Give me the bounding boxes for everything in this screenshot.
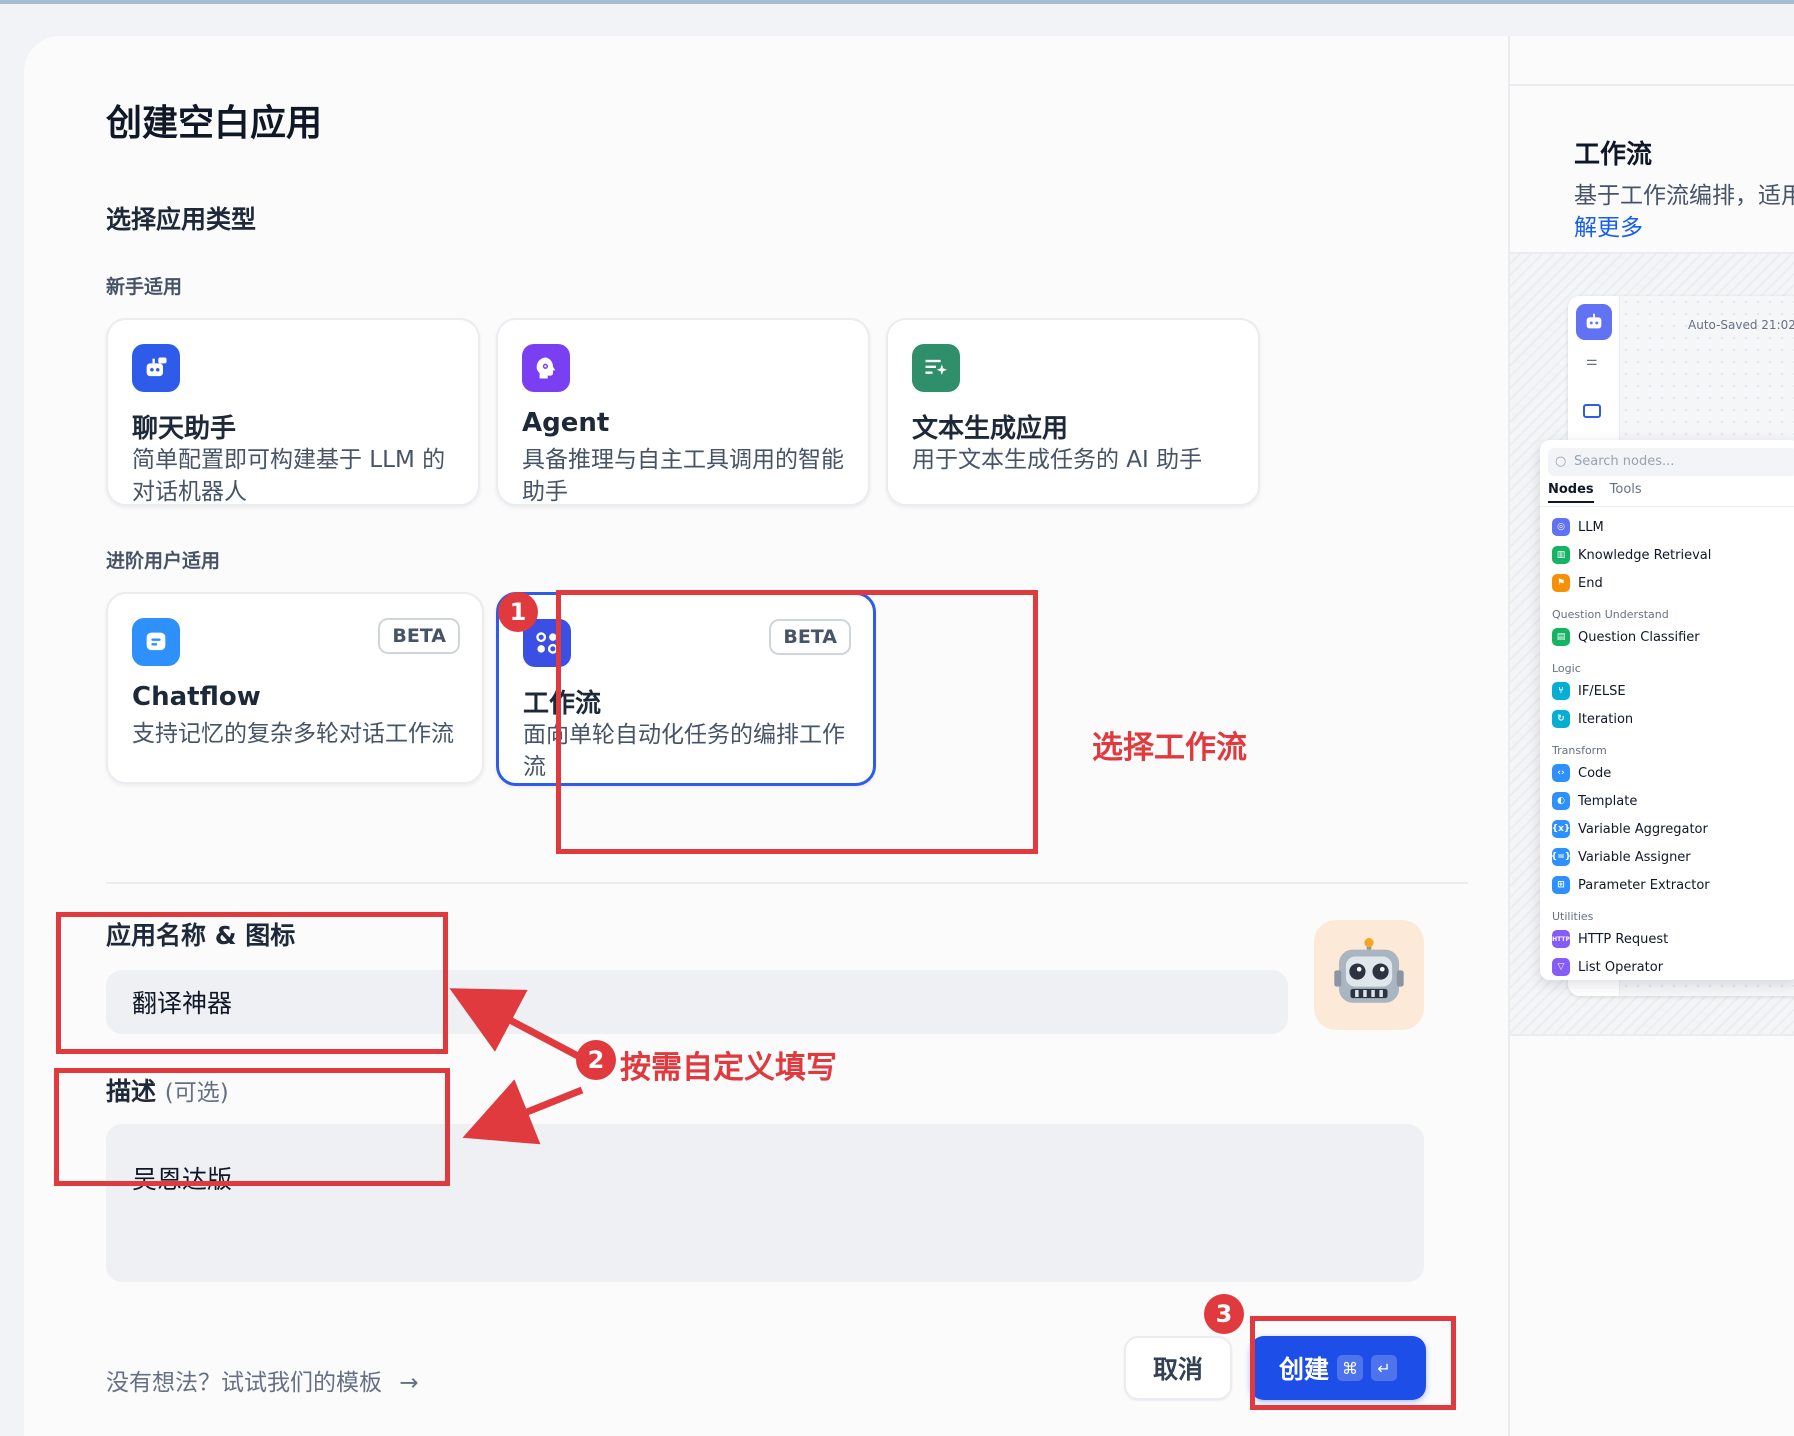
llm-icon: ◎ <box>1552 518 1570 536</box>
sliders-icon: ⚌ <box>1586 354 1598 369</box>
node-item-template[interactable]: ◐ Template <box>1552 792 1637 810</box>
node-item-code[interactable]: ‹› Code <box>1552 764 1611 782</box>
chat-bot-icon <box>132 344 180 392</box>
preview-panel: 工作流 基于工作流编排，适用 解更多 ⚌ Auto-Saved 21:02:35… <box>1508 36 1794 1436</box>
template-link-text: 没有想法？试试我们的模板 <box>106 1370 382 1396</box>
group-utilities: Utilities <box>1552 910 1594 923</box>
dialog-title: 创建空白应用 <box>106 103 323 144</box>
node-item-question-classifier[interactable]: ▤ Question Classifier <box>1552 628 1700 646</box>
tab-nodes[interactable]: Nodes <box>1548 482 1594 503</box>
code-icon: ‹› <box>1552 764 1570 782</box>
node-label: Variable Assigner <box>1578 849 1691 865</box>
autosave-status: Auto-Saved 21:02:35 · U <box>1688 318 1794 332</box>
classifier-icon: ▤ <box>1552 628 1570 646</box>
card-desc: 支持记忆的复杂多轮对话工作流 <box>132 721 454 747</box>
node-item-end[interactable]: ⚑ End <box>1552 574 1603 592</box>
text-generate-icon <box>912 344 960 392</box>
window-icon <box>1583 404 1601 418</box>
node-item-if-else[interactable]: ⑂ IF/ELSE <box>1552 682 1626 700</box>
node-label: LLM <box>1578 519 1604 535</box>
group-transform: Transform <box>1552 744 1607 757</box>
top-accent-line <box>0 0 1794 4</box>
annotation-step-1: 1 <box>498 592 538 632</box>
group-logic: Logic <box>1552 662 1581 675</box>
node-label: Code <box>1578 765 1612 781</box>
node-label: IF/ELSE <box>1578 683 1626 699</box>
preview-top-divider <box>1510 84 1794 86</box>
search-icon: ○ <box>1555 454 1567 469</box>
node-label: List Operator <box>1578 959 1664 975</box>
node-item-variable-aggregator[interactable]: {x} Variable Aggregator <box>1552 820 1708 838</box>
node-item-http-request[interactable]: HTTP HTTP Request <box>1552 930 1668 948</box>
robot-emoji-icon <box>1334 938 1404 1003</box>
cancel-button[interactable]: 取消 <box>1124 1336 1232 1400</box>
node-item-llm[interactable]: ◎ LLM <box>1552 518 1604 536</box>
tabs-divider <box>1540 506 1794 507</box>
card-desc: 具备推理与自主工具调用的智能助手 <box>522 447 844 505</box>
variable-aggregator-icon: {x} <box>1552 820 1570 838</box>
variable-assigner-icon: {=} <box>1551 848 1571 866</box>
card-desc: 简单配置即可构建基于 LLM 的对话机器人 <box>132 447 446 505</box>
search-placeholder: Search nodes... <box>1574 454 1675 469</box>
end-icon: ⚑ <box>1552 574 1570 592</box>
tab-tools[interactable]: Tools <box>1610 482 1642 503</box>
parameter-extractor-icon: ⊞ <box>1552 876 1570 894</box>
preview-title: 工作流 <box>1574 140 1653 170</box>
annotation-box-create <box>1250 1316 1456 1410</box>
annotation-text-select-workflow: 选择工作流 <box>1092 730 1247 766</box>
beginner-group-label: 新手适用 <box>106 276 183 298</box>
app-type-card-text-generator[interactable]: 文本生成应用 用于文本生成任务的 AI 助手 <box>886 318 1260 506</box>
node-label: Knowledge Retrieval <box>1578 547 1712 563</box>
annotation-text-custom-fill: 按需自定义填写 <box>620 1050 837 1086</box>
knowledge-icon: ▥ <box>1552 546 1570 564</box>
node-item-variable-assigner[interactable]: {=} Variable Assigner <box>1551 848 1691 866</box>
node-label: Variable Aggregator <box>1578 821 1708 837</box>
robot-app-icon <box>1576 304 1612 340</box>
preview-description: 基于工作流编排，适用 <box>1574 183 1794 209</box>
nodes-picker-panel: ○ Search nodes... Nodes Tools ◎ LLM ▥ Kn… <box>1540 440 1794 980</box>
card-name: Agent <box>522 408 610 438</box>
list-operator-icon: ▽ <box>1552 958 1570 976</box>
node-item-parameter-extractor[interactable]: ⊞ Parameter Extractor <box>1552 876 1710 894</box>
group-question-understand: Question Understand <box>1552 608 1669 621</box>
app-type-section-title: 选择应用类型 <box>106 205 257 234</box>
template-icon: ◐ <box>1552 792 1570 810</box>
card-name: Chatflow <box>132 682 261 712</box>
http-icon: HTTP <box>1552 930 1570 948</box>
node-label: Parameter Extractor <box>1578 877 1710 893</box>
beta-badge: BETA <box>378 618 460 654</box>
node-search-input[interactable]: ○ Search nodes... <box>1548 448 1794 476</box>
arrow-right-icon: → <box>399 1370 419 1396</box>
template-link[interactable]: 没有想法？试试我们的模板 → <box>106 1363 419 1397</box>
annotation-box-app-name <box>56 912 448 1054</box>
card-name: 文本生成应用 <box>912 414 1069 444</box>
node-label: Iteration <box>1578 711 1634 727</box>
learn-more-link[interactable]: 解更多 <box>1574 208 1643 242</box>
annotation-box-description <box>54 1068 450 1186</box>
node-item-knowledge-retrieval[interactable]: ▥ Knowledge Retrieval <box>1552 546 1711 564</box>
card-desc: 用于文本生成任务的 AI 助手 <box>912 447 1203 473</box>
annotation-step-2: 2 <box>576 1040 616 1080</box>
branch-icon: ⑂ <box>1552 682 1570 700</box>
node-label: Question Classifier <box>1578 629 1700 645</box>
section-divider <box>106 882 1468 884</box>
app-type-card-chatflow[interactable]: BETA Chatflow 支持记忆的复杂多轮对话工作流 <box>106 592 484 784</box>
app-type-card-agent[interactable]: Agent 具备推理与自主工具调用的智能助手 <box>496 318 870 506</box>
agent-brain-icon <box>522 344 570 392</box>
card-name: 聊天助手 <box>132 414 237 444</box>
app-icon-picker[interactable] <box>1314 920 1424 1030</box>
annotation-box-workflow <box>556 590 1038 854</box>
node-label: End <box>1578 575 1603 591</box>
workflow-preview-image: ⚌ Auto-Saved 21:02:35 · U ○ Search nodes… <box>1510 252 1794 1036</box>
node-item-list-operator[interactable]: ▽ List Operator <box>1552 958 1663 976</box>
node-item-iteration[interactable]: ↻ Iteration <box>1552 710 1633 728</box>
iteration-icon: ↻ <box>1552 710 1570 728</box>
annotation-step-3: 3 <box>1204 1294 1244 1334</box>
node-tabs: Nodes Tools <box>1548 482 1642 503</box>
advanced-group-label: 进阶用户适用 <box>106 550 221 572</box>
node-label: Template <box>1578 793 1638 809</box>
node-label: HTTP Request <box>1578 931 1669 947</box>
app-type-card-chat-assistant[interactable]: 聊天助手 简单配置即可构建基于 LLM 的对话机器人 <box>106 318 480 506</box>
chatflow-icon <box>132 618 180 666</box>
